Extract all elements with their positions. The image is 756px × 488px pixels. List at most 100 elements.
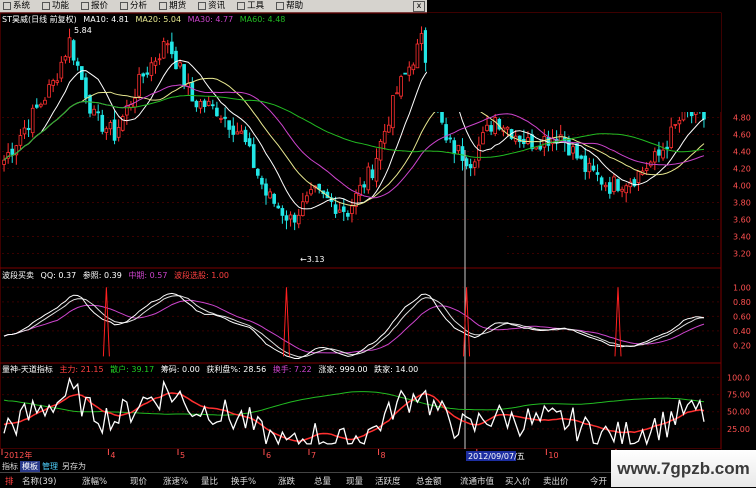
candle-body [247,138,252,147]
ind1-name-label: 波段买卖 [2,270,34,280]
candle-body [288,214,293,220]
candle-body [256,168,260,176]
y-tick-label: 50.00 [727,408,750,417]
col-float-cap[interactable]: 流通市值 [460,475,494,487]
ind2-chips-label: 筹码: 0.00 [161,364,200,374]
tab-manage[interactable]: 管理 [40,461,60,472]
candle-body [620,188,624,192]
candle-body [174,50,178,70]
candle-body [366,166,371,191]
candle-body [423,30,428,63]
y-tick-label: 0.60 [733,312,751,321]
col-open[interactable]: 今开 [590,475,607,487]
candle-body [374,157,379,182]
candle-body [444,124,448,141]
tab-save-as[interactable]: 另存为 [60,461,88,472]
candle-body [34,104,39,108]
tab-template[interactable]: 模板 [20,461,40,472]
candle-body [350,205,354,214]
chart-area[interactable]: ST昊威(日线 前复权) MA10: 4.81 MA20: 5.04 MA30:… [0,0,756,461]
candle-body [362,184,367,188]
candle-body [305,195,309,203]
candle-body [170,41,174,55]
svg-text:量神-天道指标 主力: 21.15 散户:: 量神-天道指标 主力: 21.15 散户: 39.17 筹码: 0.00 获利盘… [2,364,418,374]
candle-body [157,58,162,61]
candle-body [63,56,68,61]
y-tick-label: 1.00 [733,283,751,292]
candle-body [243,129,248,143]
col-volume-ratio[interactable]: 量比 [201,475,218,487]
candle-body [505,126,510,130]
candle-body [292,214,297,223]
candle-body [198,101,203,109]
candle-body [59,61,64,79]
candle-body [386,124,391,133]
candle-body [657,149,661,156]
time-tick-label: 4 [110,451,115,460]
stock-name-label: ST昊威(日线 前复权) [2,14,77,24]
time-tick-label: 10 [548,451,558,460]
col-speed[interactable]: 涨速% [163,475,188,487]
candle-body [489,125,493,132]
col-change-pct[interactable]: 涨幅% [82,475,107,487]
occlusion-patch-low [250,233,505,263]
col-activity[interactable]: 活跃度 [375,475,401,487]
candle-body [452,140,457,155]
candle-body [112,119,117,141]
candle-body [75,61,80,66]
ind2-rise-label: 涨家: 999.00 [318,364,367,374]
tab-indicator[interactable]: 指标 [0,461,20,472]
candle-body [542,136,547,148]
candle-body [116,127,121,138]
candle-body [43,99,47,105]
candle-body [407,66,412,76]
col-last-volume[interactable]: 现量 [346,475,363,487]
candle-body [485,124,489,132]
candle-body [10,148,15,155]
candle-body [67,37,72,58]
candle-body [88,94,92,114]
candle-body [141,73,146,77]
time-tick-label: 5 [180,451,185,460]
candle-body [260,177,264,185]
candle-body [84,77,88,99]
candle-body [341,206,346,212]
candle-body [165,43,170,46]
col-change[interactable]: 涨跌 [278,475,295,487]
occlusion-patch [427,13,721,112]
candle-body [104,128,109,133]
candle-body [583,155,588,172]
ma20-label: MA20: 5.04 [135,15,181,24]
candle-body [92,108,96,116]
candle-body [276,205,281,209]
time-tick-label: 7 [311,451,316,460]
col-amount[interactable]: 总金额 [416,475,442,487]
col-total-volume[interactable]: 总量 [314,475,331,487]
candle-body [456,144,461,152]
candle-body [415,43,420,69]
candle-body [526,137,530,145]
candle-body [231,125,236,135]
col-ask[interactable]: 卖出价 [543,475,569,487]
candle-body [677,119,682,125]
candle-body [472,161,477,168]
candle-body [161,41,166,59]
col-price[interactable]: 现价 [130,475,147,487]
col-name[interactable]: 名称(39) [22,475,56,487]
row-marker: 排 [5,477,14,487]
candle-body [30,107,35,134]
time-tick-label: 2012年 [4,450,32,460]
candle-body [616,179,620,191]
candle-body [468,164,473,169]
candle-body [280,208,285,216]
col-bid[interactable]: 买入价 [505,475,531,487]
candle-body [215,107,219,117]
candle-body [96,111,100,114]
candle-body [51,80,55,86]
candle-body [403,72,407,75]
y-tick-label: 0.20 [733,341,751,350]
candle-body [235,131,240,135]
candle-body [477,144,481,161]
candle-body [644,168,649,171]
col-turnover[interactable]: 换手% [231,475,256,487]
